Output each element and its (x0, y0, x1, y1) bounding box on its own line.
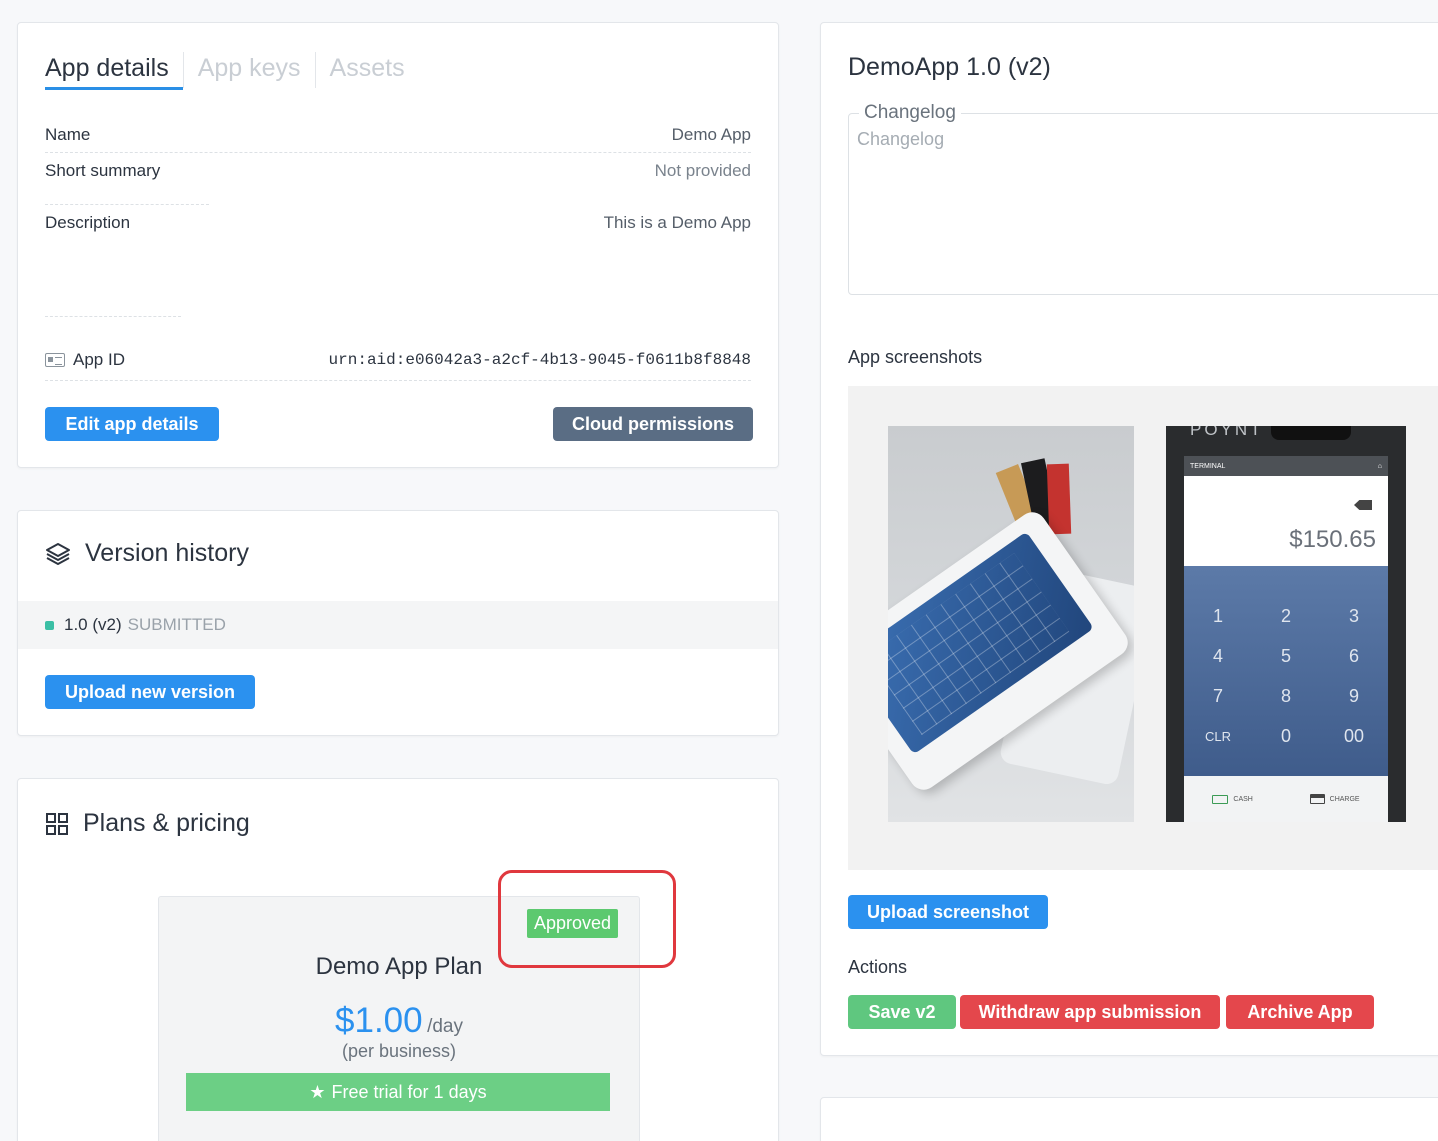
archive-app-button[interactable]: Archive App (1226, 995, 1374, 1029)
upload-screenshot-button[interactable]: Upload screenshot (848, 895, 1048, 929)
tab-app-details[interactable]: App details (45, 50, 183, 90)
changelog-field[interactable]: Changelog Changelog (848, 102, 1438, 295)
keypad-key: 7 (1212, 685, 1223, 706)
plan-basis: (per business) (341, 1041, 457, 1061)
version-history-title: Version history (85, 539, 249, 567)
free-trial-text: Free trial for 1 days (331, 1081, 487, 1102)
id-card-icon (45, 353, 65, 367)
version-row[interactable]: 1.0 (v2) SUBMITTED (18, 601, 778, 649)
plan-period: /day (427, 1016, 463, 1037)
next-section-card (820, 1097, 1438, 1141)
app-screenshots-label: App screenshots (848, 347, 983, 367)
plans-header: Plans & pricing (45, 809, 250, 838)
screenshot-terminal-photo[interactable] (888, 426, 1134, 822)
home-icon: ⌂ (1377, 462, 1382, 470)
tab-assets[interactable]: Assets (316, 50, 419, 90)
changelog-placeholder: Changelog (857, 129, 945, 149)
description-row: Description This is a Demo App (45, 213, 751, 233)
backspace-icon (1354, 500, 1372, 510)
edit-app-details-button[interactable]: Edit app details (45, 407, 219, 441)
keypad-key: 8 (1280, 685, 1291, 706)
status-dot-icon (45, 620, 54, 630)
plans-title: Plans & pricing (83, 809, 250, 837)
withdraw-submission-button[interactable]: Withdraw app submission (960, 995, 1220, 1029)
version-detail-card: DemoApp 1.0 (v2) Changelog Changelog App… (820, 22, 1438, 1056)
app-id-label-group: App ID (45, 350, 125, 370)
keypad-key: 6 (1348, 645, 1359, 666)
short-summary-value: Not provided (654, 161, 751, 180)
divider (45, 152, 751, 153)
device-amount: $150.65 (1289, 526, 1376, 553)
keypad-key: 2 (1280, 605, 1291, 626)
credit-card-icon (1309, 794, 1325, 804)
short-summary-label: Short summary (45, 161, 161, 180)
divider (45, 316, 181, 317)
divider (45, 204, 209, 205)
cash-label: CASH (1233, 795, 1253, 803)
free-trial-banner: ★ Free trial for 1 days (186, 1073, 610, 1111)
name-row: Name Demo App (45, 125, 751, 145)
approved-highlight-annotation (498, 870, 676, 968)
keypad-key: 0 (1280, 725, 1291, 746)
details-tabs: App details App keys Assets (45, 50, 419, 90)
keypad-key: CLR (1204, 728, 1231, 744)
app-details-card: App details App keys Assets Name Demo Ap… (17, 22, 779, 468)
device-notch (1271, 426, 1351, 440)
version-status: SUBMITTED (127, 615, 226, 634)
charge-label: CHARGE (1329, 795, 1360, 803)
keypad-key: 00 (1343, 725, 1365, 746)
keypad-key: 1 (1212, 605, 1223, 626)
name-label: Name (45, 125, 91, 144)
keypad-key: 3 (1348, 605, 1359, 626)
cash-icon (1212, 794, 1229, 804)
credit-card-shape (1046, 463, 1072, 535)
changelog-legend: Changelog (859, 102, 961, 124)
device-keypad: 1 2 3 4 5 6 7 8 9 CLR 0 00 (1184, 566, 1388, 776)
version-title: DemoApp 1.0 (v2) (848, 53, 1051, 81)
device-status-text: TERMINAL (1190, 462, 1226, 470)
plan-price: $1.00 /day (159, 1001, 639, 1041)
screenshot-terminal-screen[interactable]: POYNT TERMINAL ⌂ $150.65 1 2 3 4 5 6 7 8… (1166, 426, 1406, 822)
app-id-label: App ID (73, 350, 125, 369)
version-history-header: Version history (45, 539, 249, 568)
actions-label: Actions (848, 957, 908, 977)
app-id-row: App ID urn:aid:e06042a3-a2cf-4b13-9045-f… (45, 350, 751, 370)
charge-option: CHARGE (1309, 794, 1360, 804)
plan-amount: $1.00 (335, 1001, 423, 1040)
keypad-key: 4 (1212, 645, 1223, 666)
keypad-key: 5 (1280, 645, 1291, 666)
device-brand: POYNT (1190, 426, 1264, 439)
star-icon: ★ (309, 1081, 326, 1102)
short-summary-row: Short summary Not provided (45, 161, 751, 181)
version-history-card: Version history 1.0 (v2) SUBMITTED Uploa… (17, 510, 779, 736)
device-display: $150.65 (1184, 476, 1388, 566)
device-pay-bar: CASH CHARGE (1184, 776, 1388, 822)
tab-app-keys[interactable]: App keys (184, 50, 315, 90)
app-id-value: urn:aid:e06042a3-a2cf-4b13-9045-f0611b8f… (328, 351, 751, 369)
cash-option: CASH (1212, 794, 1253, 804)
screenshots-gallery: POYNT TERMINAL ⌂ $150.65 1 2 3 4 5 6 7 8… (848, 386, 1438, 870)
cloud-permissions-button[interactable]: Cloud permissions (553, 407, 753, 441)
layers-icon (46, 542, 70, 565)
description-value: This is a Demo App (603, 213, 751, 232)
divider (45, 380, 751, 381)
grid-icon (46, 812, 68, 835)
keypad-key: 9 (1348, 685, 1359, 706)
description-label: Description (45, 213, 131, 232)
upload-new-version-button[interactable]: Upload new version (45, 675, 255, 709)
name-value: Demo App (671, 125, 751, 144)
device-status-bar: TERMINAL ⌂ (1184, 456, 1388, 476)
version-number: 1.0 (v2) (64, 615, 122, 634)
save-version-button[interactable]: Save v2 (848, 995, 956, 1029)
